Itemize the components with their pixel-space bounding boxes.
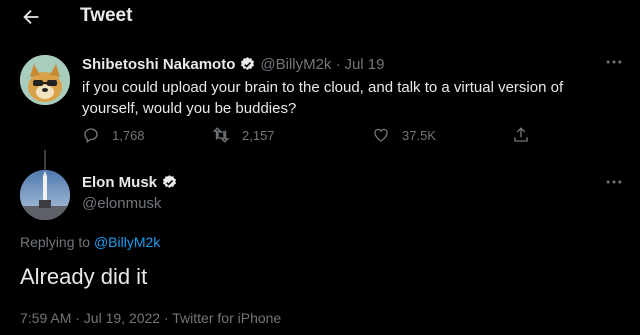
replying-to-label: Replying to bbox=[20, 234, 91, 250]
share-icon bbox=[514, 127, 528, 142]
replying-to-link[interactable]: @BillyM2k bbox=[94, 234, 160, 250]
author-handle[interactable]: @elonmusk bbox=[82, 195, 161, 212]
avatar[interactable] bbox=[20, 55, 70, 105]
reply-count: 1,768 bbox=[112, 127, 145, 143]
like-button[interactable]: 37.5K bbox=[372, 126, 436, 144]
rocket-avatar-icon bbox=[20, 170, 70, 220]
more-options-icon[interactable] bbox=[604, 172, 624, 192]
replying-to: Replying to @BillyM2k bbox=[20, 234, 160, 250]
heart-icon bbox=[374, 128, 388, 142]
reply-icon bbox=[84, 128, 98, 144]
tweet-actions: 1,768 2,157 37.5K bbox=[82, 126, 562, 150]
author-handle[interactable]: @BillyM2k bbox=[260, 56, 331, 73]
reply-button[interactable]: 1,768 bbox=[82, 126, 145, 144]
verified-badge-icon bbox=[241, 56, 255, 70]
share-button[interactable] bbox=[512, 126, 542, 144]
original-tweet[interactable]: Shibetoshi Nakamoto @BillyM2k · Jul 19 i… bbox=[0, 44, 640, 202]
retweet-icon bbox=[212, 127, 230, 143]
tweet-author-row: Shibetoshi Nakamoto @BillyM2k · Jul 19 bbox=[82, 53, 384, 75]
page-title: Tweet bbox=[80, 5, 133, 26]
author-name-row: Elon Musk bbox=[82, 174, 182, 191]
back-arrow-icon[interactable] bbox=[20, 6, 42, 28]
avatar[interactable] bbox=[20, 170, 70, 220]
author-name[interactable]: Elon Musk bbox=[82, 174, 157, 191]
separator-dot: · bbox=[335, 55, 341, 73]
retweet-count: 2,157 bbox=[242, 127, 275, 143]
tweet-text: if you could upload your brain to the cl… bbox=[82, 79, 564, 117]
tweet-timestamp: 7:59 AM · Jul 19, 2022 · Twitter for iPh… bbox=[20, 310, 282, 326]
verified-badge-icon bbox=[162, 175, 177, 188]
like-count: 37.5K bbox=[402, 127, 436, 143]
reply-tweet: Elon Musk @elonmusk Replying to @BillyM2… bbox=[0, 166, 640, 335]
top-bar: Tweet bbox=[0, 0, 640, 34]
tweet-text: Already did it bbox=[20, 264, 148, 289]
retweet-button[interactable]: 2,157 bbox=[212, 126, 275, 144]
more-options-icon[interactable] bbox=[604, 52, 624, 72]
tweet-date[interactable]: Jul 19 bbox=[344, 56, 384, 73]
author-name[interactable]: Shibetoshi Nakamoto bbox=[82, 56, 235, 73]
doge-avatar-icon bbox=[20, 55, 70, 105]
